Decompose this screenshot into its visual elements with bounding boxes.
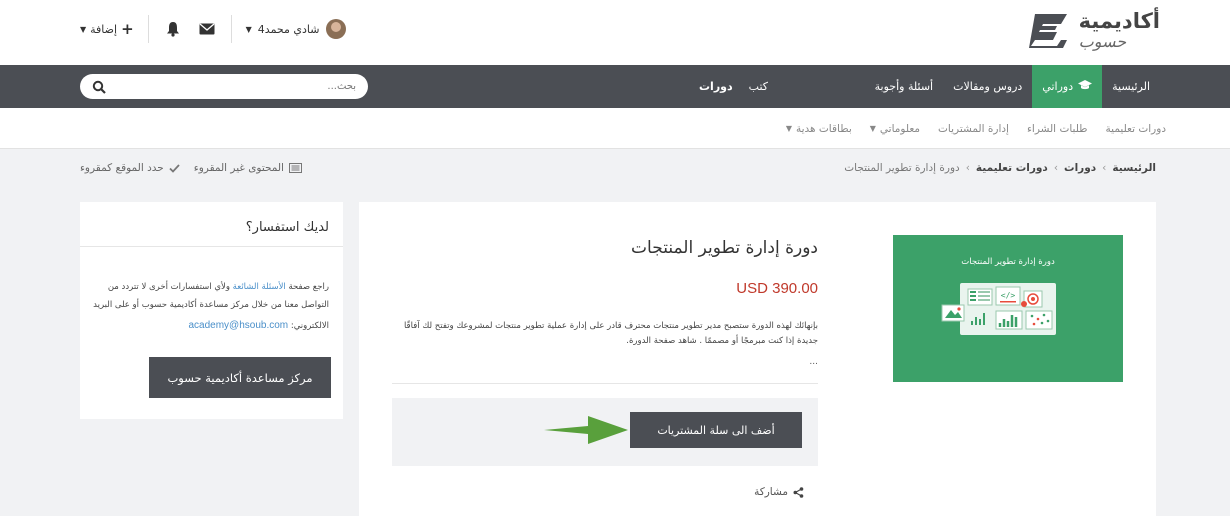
breadcrumb-separator-icon: › (965, 162, 970, 174)
help-text-before: راجع صفحة (285, 282, 329, 292)
newspaper-icon (288, 163, 302, 173)
divider (230, 15, 232, 43)
help-sidebar-card: لديك استفسار؟ راجع صفحة الأسئلة الشائعة … (80, 202, 343, 419)
cover-title: دورة إدارة تطوير المنتجات (961, 257, 1055, 267)
caret-down-icon: ▼ (80, 24, 87, 34)
caret-down-icon: ▼ (869, 124, 876, 133)
mark-read-label: حدد الموقع كمقروء (80, 162, 164, 174)
subnav-label: بطاقات هدية (795, 122, 852, 135)
share-icon (793, 486, 804, 498)
main-nav: الرئيسية دوراتي دروس ومقالات أسئلة وأجوب… (0, 65, 1230, 108)
nav-item-articles[interactable]: دروس ومقالات (943, 65, 1032, 108)
subnav-label: طلبات الشراء (1026, 122, 1088, 135)
breadcrumb-courses[interactable]: دورات (1064, 162, 1096, 174)
logo-mark-icon (1028, 14, 1067, 48)
main-nav-items: الرئيسية دوراتي دروس ومقالات أسئلة وأجوب… (865, 65, 1160, 108)
logo-sub-text: حسوب (1078, 31, 1127, 51)
nav-item-my-courses[interactable]: دوراتي (1032, 65, 1103, 108)
breadcrumb-educational-courses[interactable]: دورات تعليمية (976, 162, 1048, 174)
subnav-label: إدارة المشتريات (938, 122, 1009, 135)
plus-icon: + (121, 20, 134, 38)
product-price: USD 390.00 (736, 280, 818, 297)
subnav-purchases[interactable]: إدارة المشتريات (938, 123, 1009, 135)
share-label: مشاركة (754, 486, 788, 498)
add-to-cart-button[interactable]: أضف الى سلة المشتريات (630, 412, 802, 448)
unread-content-label: المحتوى غير المقروء (193, 162, 284, 174)
avatar (325, 19, 346, 39)
arrow-right-icon (544, 416, 628, 444)
nav-item-courses[interactable]: دورات (699, 80, 733, 93)
envelope-icon[interactable] (197, 19, 217, 39)
user-menu[interactable]: شادي محمد4 ▼ (246, 19, 346, 39)
add-menu-label: إضافة (90, 22, 118, 36)
nav-item-label: دروس ومقالات (953, 80, 1023, 93)
divider (392, 383, 818, 384)
product-description: بإنهائك لهذه الدورة ستصبح مدير تطوير منت… (403, 321, 818, 346)
unread-content-link[interactable]: المحتوى غير المقروء (194, 162, 302, 174)
nav-item-books[interactable]: كتب (749, 80, 768, 93)
search-box (80, 74, 368, 99)
graduation-cap-icon (1078, 79, 1093, 94)
bell-icon[interactable] (163, 19, 183, 39)
breadcrumb-separator-icon: › (1102, 162, 1107, 174)
nav-item-label: الرئيسية (1112, 80, 1150, 93)
breadcrumb-home[interactable]: الرئيسية (1112, 162, 1156, 174)
read-more-text[interactable]: ... (809, 357, 818, 367)
breadcrumb-bar: الرئيسية › دورات › دورات تعليمية › دورة … (0, 150, 1230, 190)
subnav-orders[interactable]: طلبات الشراء (1027, 123, 1088, 135)
help-title: لديك استفسار؟ (245, 220, 329, 235)
nav-item-label: دوراتي (1042, 80, 1074, 93)
nav-item-qa[interactable]: أسئلة وأجوبة (865, 65, 943, 108)
help-center-button[interactable]: مركز مساعدة أكاديمية حسوب (149, 357, 331, 398)
help-text: راجع صفحة الأسئلة الشائعة ولأي استفسارات… (89, 279, 329, 336)
subnav-label: معلوماتي (879, 122, 921, 135)
user-name: شادي محمد4 (257, 22, 320, 36)
sub-nav: دورات تعليمية طلبات الشراء إدارة المشتري… (0, 108, 1230, 149)
svg-text:</>: </> (1001, 291, 1016, 300)
add-menu[interactable]: + إضافة ▼ (80, 20, 134, 38)
support-email-link[interactable]: academy@hsoub.com (188, 320, 288, 331)
secondary-nav-items: كتب دورات (699, 65, 768, 108)
breadcrumb-separator-icon: › (1053, 162, 1059, 174)
check-icon (169, 163, 180, 173)
search-input[interactable] (114, 81, 356, 92)
course-cover-image[interactable]: دورة إدارة تطوير المنتجات </> (893, 235, 1123, 382)
share-link[interactable]: مشاركة (754, 486, 804, 498)
divider (147, 15, 149, 43)
subnav-courses[interactable]: دورات تعليمية (1106, 123, 1166, 135)
site-logo[interactable]: أكاديمية حسوب (1027, 10, 1160, 50)
top-header: أكاديمية حسوب شادي محمد4 ▼ + إضافة ▼ (0, 0, 1230, 65)
product-title: دورة إدارة تطوير المنتجات (631, 238, 818, 258)
breadcrumb: الرئيسية › دورات › دورات تعليمية › دورة … (844, 162, 1156, 174)
caret-down-icon: ▼ (785, 124, 792, 133)
divider (80, 246, 343, 247)
subnav-gift-cards[interactable]: بطاقات هدية ▼ (786, 123, 852, 135)
breadcrumb-actions: المحتوى غير المقروء حدد الموقع كمقروء (80, 162, 302, 174)
caret-down-icon: ▼ (245, 24, 252, 34)
nav-item-home[interactable]: الرئيسية (1102, 65, 1160, 108)
faq-link[interactable]: الأسئلة الشائعة (233, 282, 286, 292)
nav-item-label: أسئلة وأجوبة (874, 80, 934, 93)
search-icon[interactable] (92, 80, 106, 94)
breadcrumb-current: دورة إدارة تطوير المنتجات (844, 162, 960, 174)
subnav-label: دورات تعليمية (1105, 122, 1166, 135)
sub-nav-items: دورات تعليمية طلبات الشراء إدارة المشتري… (786, 108, 1166, 149)
mark-read-link[interactable]: حدد الموقع كمقروء (80, 162, 180, 174)
subnav-my-info[interactable]: معلوماتي ▼ (870, 123, 920, 135)
user-bar: شادي محمد4 ▼ + إضافة ▼ (80, 15, 346, 43)
logo-main-text: أكاديمية (1078, 8, 1160, 33)
product-card: دورة إدارة تطوير المنتجات </> دورة إدارة… (359, 202, 1156, 516)
add-to-cart-panel: أضف الى سلة المشتريات (392, 398, 818, 466)
course-illustration-icon: </> (941, 283, 1056, 335)
